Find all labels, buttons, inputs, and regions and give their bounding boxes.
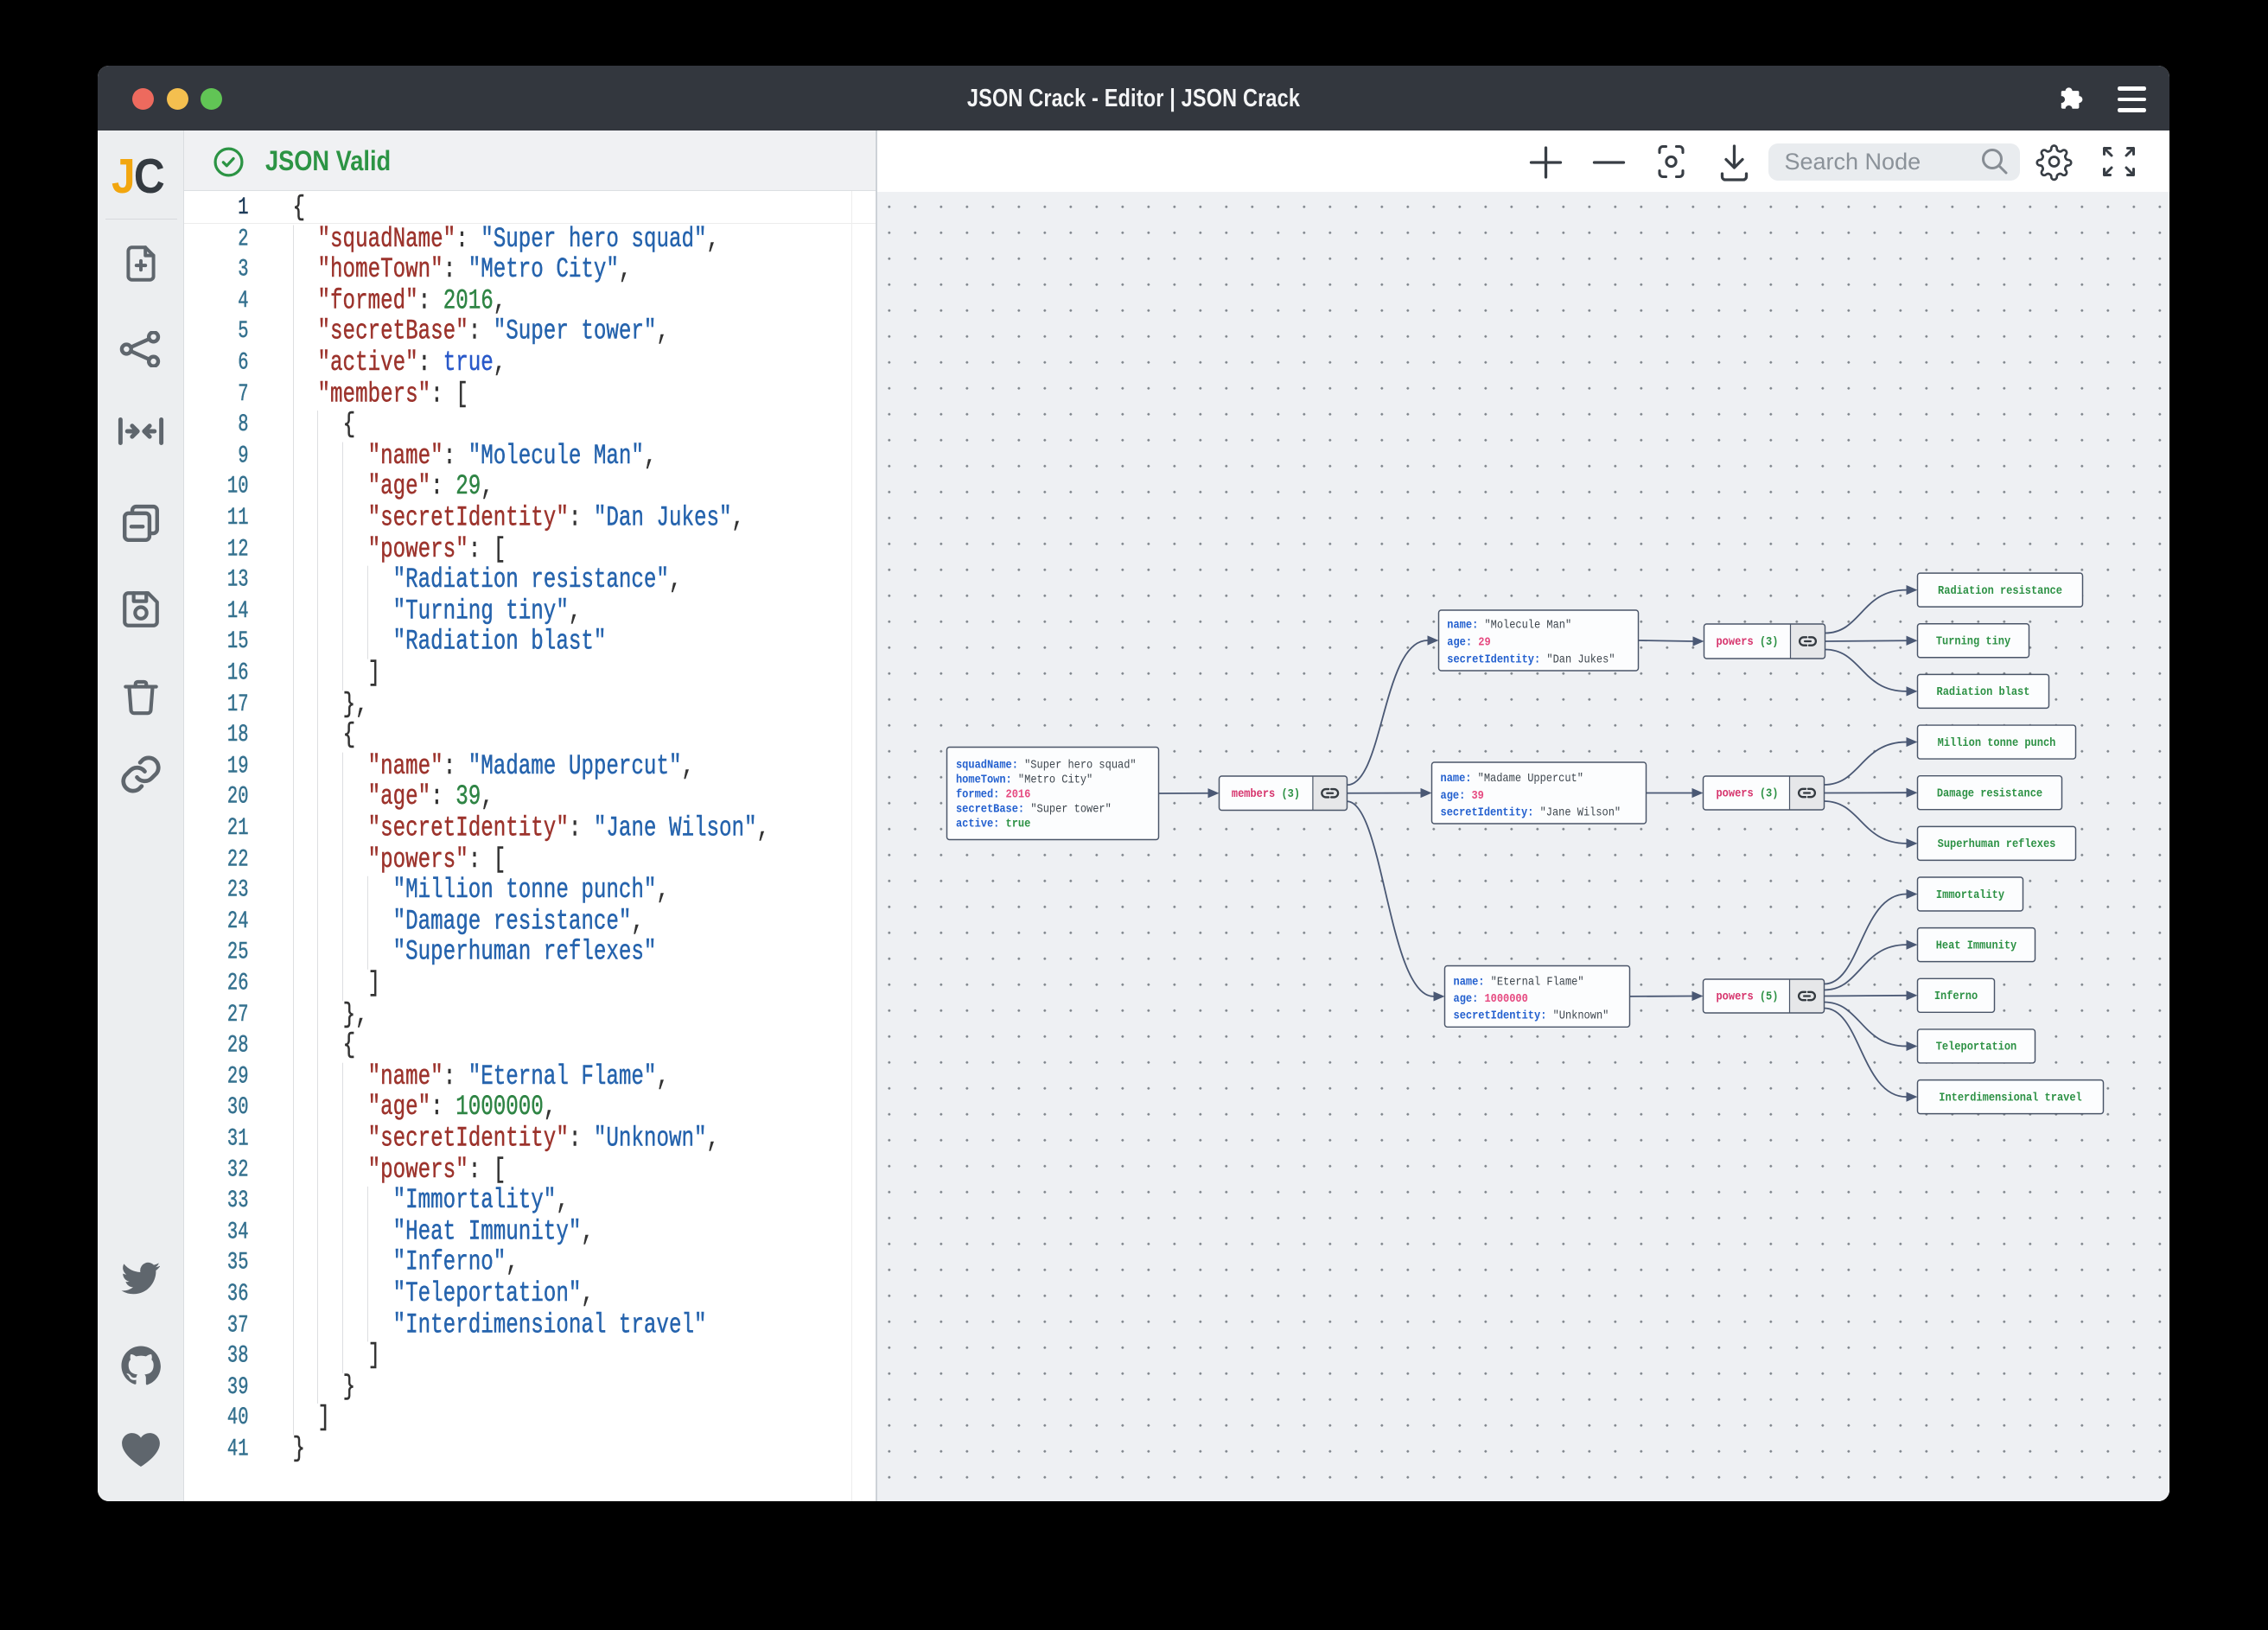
svg-text:formed: 2016: formed: 2016 (956, 787, 1030, 801)
svg-text:Immortality: Immortality (1936, 888, 2004, 901)
svg-text:Superhuman reflexes: Superhuman reflexes (1938, 837, 2056, 850)
svg-text:Interdimensional travel: Interdimensional travel (1939, 1091, 2082, 1105)
svg-text:Radiation blast: Radiation blast (1937, 684, 2030, 698)
svg-text:name: "Eternal Flame": name: "Eternal Flame" (1454, 975, 1584, 989)
svg-text:age: 29: age: 29 (1447, 635, 1490, 649)
svg-text:homeTown: "Metro City": homeTown: "Metro City" (956, 773, 1093, 786)
svg-text:active: true: active: true (956, 817, 1030, 831)
svg-text:Heat Immunity: Heat Immunity (1936, 939, 2017, 952)
svg-text:age: 1000000: age: 1000000 (1454, 991, 1528, 1005)
svg-text:Damage resistance: Damage resistance (1937, 786, 2042, 800)
svg-text:name: "Molecule Man": name: "Molecule Man" (1447, 618, 1571, 632)
svg-text:Teleportation: Teleportation (1936, 1040, 2017, 1054)
svg-text:secretIdentity: "Dan Jukes": secretIdentity: "Dan Jukes" (1447, 653, 1615, 666)
svg-text:age: 39: age: 39 (1441, 788, 1484, 802)
svg-text:members (3): members (3) (1232, 786, 1300, 800)
svg-text:powers (3): powers (3) (1717, 786, 1779, 800)
svg-text:powers (5): powers (5) (1717, 990, 1779, 1003)
svg-text:squadName: "Super hero squad": squadName: "Super hero squad" (956, 758, 1137, 772)
svg-text:Million tonne punch: Million tonne punch (1938, 735, 2056, 749)
svg-text:Inferno: Inferno (1934, 989, 1978, 1003)
svg-text:Radiation resistance: Radiation resistance (1938, 583, 2062, 597)
svg-text:powers (3): powers (3) (1717, 634, 1779, 648)
svg-text:Turning tiny: Turning tiny (1936, 634, 2010, 648)
svg-text:secretIdentity: "Jane Wilson": secretIdentity: "Jane Wilson" (1441, 805, 1621, 818)
svg-text:secretBase: "Super tower": secretBase: "Super tower" (956, 802, 1112, 816)
svg-text:secretIdentity: "Unknown": secretIdentity: "Unknown" (1454, 1009, 1609, 1022)
svg-text:name: "Madame Uppercut": name: "Madame Uppercut" (1441, 771, 1583, 785)
